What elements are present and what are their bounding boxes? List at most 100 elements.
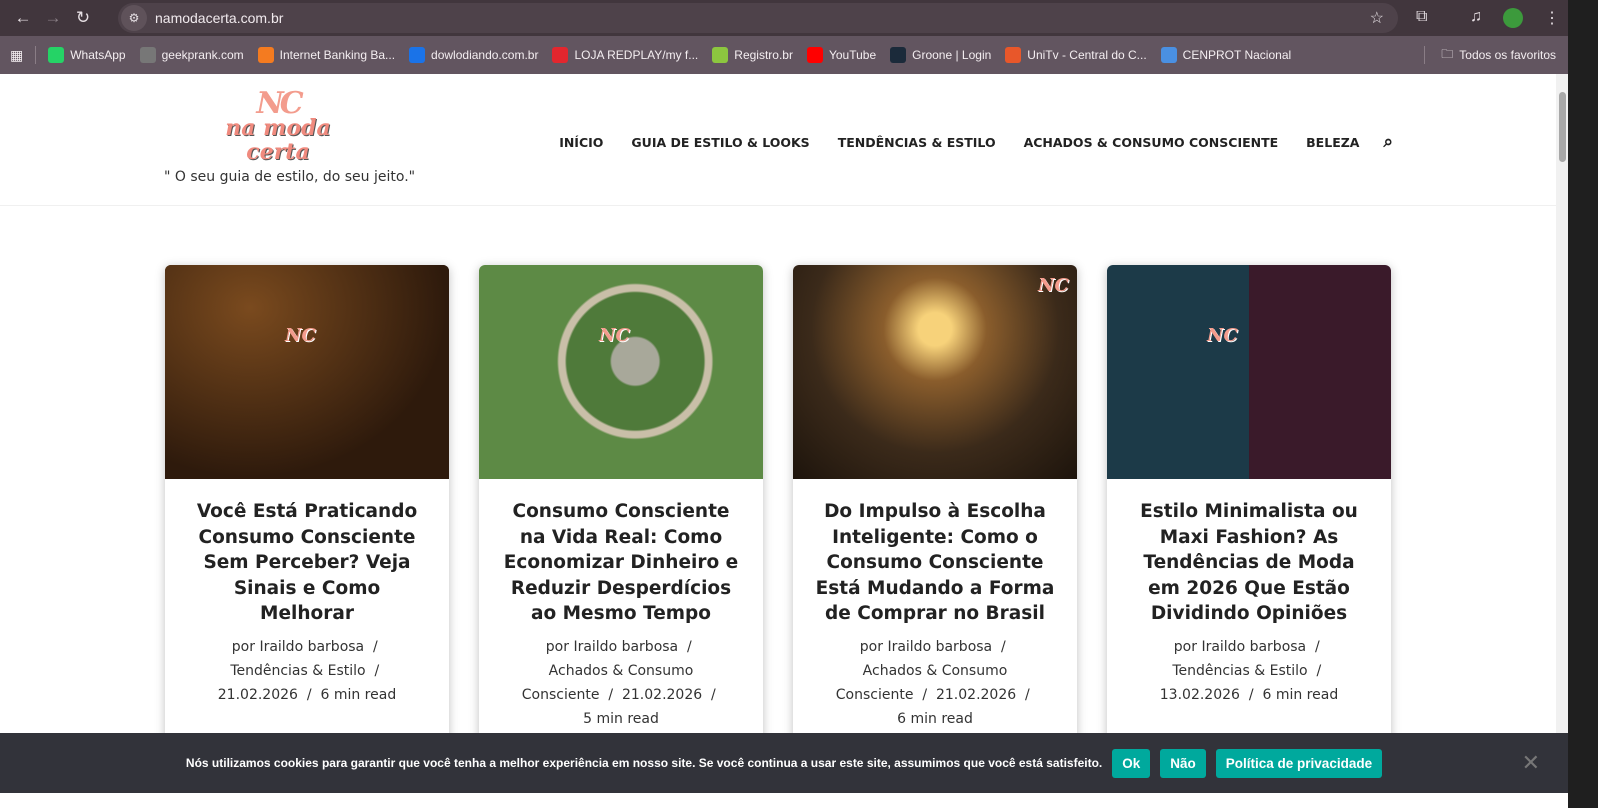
site-logo[interactable]: NC na moda certa — [218, 89, 338, 165]
back-icon[interactable]: ← — [8, 8, 38, 28]
scrollbar-thumb[interactable] — [1559, 92, 1566, 162]
bookmark-label: Registro.br — [734, 48, 793, 62]
post-thumbnail[interactable]: NC — [1107, 265, 1391, 479]
logo-watermark-icon: NC — [285, 325, 316, 346]
bookmark-favicon-icon — [48, 47, 65, 63]
cookie-no-button[interactable]: Não — [1160, 748, 1206, 778]
bookmark-item[interactable]: YouTube — [806, 47, 877, 63]
post-meta: por Iraildo barbosa / Achados & Consumo … — [835, 638, 1035, 727]
profile-avatar[interactable] — [1503, 8, 1523, 28]
post-category[interactable]: Tendências & Estilo — [230, 663, 365, 679]
post-author[interactable]: por Iraildo barbosa — [860, 639, 992, 655]
divider — [35, 46, 37, 64]
bookmark-item[interactable]: dowlodiando.com.br — [409, 47, 538, 63]
page-bottom — [0, 793, 1568, 808]
post-author[interactable]: por Iraildo barbosa — [546, 639, 678, 655]
cookie-ok-button[interactable]: Ok — [1112, 748, 1151, 778]
bookmark-label: geekprank.com — [161, 48, 244, 62]
site-header: NC na moda certa " O seu guia de estilo, d… — [0, 74, 1556, 206]
site-settings-icon[interactable]: ⚙ — [121, 5, 147, 31]
post-thumbnail[interactable]: NC — [479, 265, 763, 479]
folder-icon: 🗀 — [1441, 46, 1454, 61]
menu-item-tendencias[interactable]: TENDÊNCIAS & ESTILO — [838, 135, 996, 150]
bookmark-favicon-icon — [257, 47, 274, 63]
post-meta: por Iraildo barbosa / Achados & Consumo … — [521, 638, 721, 727]
bookmark-favicon-icon — [139, 47, 156, 63]
url-text[interactable]: namodacerta.com.br — [155, 10, 283, 26]
divider — [1424, 46, 1426, 64]
bookmark-favicon-icon — [409, 47, 426, 63]
privacy-policy-button[interactable]: Política de privacidade — [1215, 748, 1383, 778]
menu-icon[interactable]: ⋮ — [1544, 8, 1560, 28]
browser-window: ← → ↻ ⚙ namodacerta.com.br ☆ ⧉ ♫ ⋮ ▦ Wha… — [0, 0, 1568, 808]
post-date: 21.02.2026 — [217, 686, 298, 703]
bookmark-item[interactable]: LOJA REDPLAY/my f... — [552, 47, 698, 63]
cookie-text: Nós utilizamos cookies para garantir que… — [185, 756, 1103, 770]
post-read-time: 5 min read — [583, 710, 659, 727]
post-card[interactable]: NC Do Impulso à Escolha Inteligente: Com… — [793, 265, 1077, 765]
bookmark-favicon-icon — [1160, 47, 1177, 63]
post-date: 21.02.2026 — [621, 686, 703, 703]
bookmark-favicon-icon — [806, 47, 823, 63]
post-category[interactable]: Tendências & Estilo — [1172, 663, 1307, 679]
post-card[interactable]: NC Você Está Praticando Consumo Conscien… — [165, 265, 449, 765]
menu-item-inicio[interactable]: INÍCIO — [559, 135, 603, 150]
main-menu: INÍCIO GUIA DE ESTILO & LOOKS TENDÊNCIAS… — [559, 132, 1393, 152]
site-tagline: " O seu guia de estilo, do seu jeito." — [164, 169, 416, 185]
post-title[interactable]: Consumo Consciente na Vida Real: Como Ec… — [479, 479, 763, 627]
post-meta: por Iraildo barbosa / Tendências & Estil… — [1159, 638, 1339, 703]
address-bar[interactable]: ⚙ namodacerta.com.br ☆ — [118, 3, 1398, 33]
media-control-icon[interactable]: ♫ — [1470, 8, 1482, 26]
web-page: NC na moda certa " O seu guia de estilo, d… — [0, 74, 1556, 808]
bookmark-label: LOJA REDPLAY/my f... — [574, 48, 699, 62]
bookmark-label: WhatsApp — [70, 48, 126, 62]
bookmark-label: YouTube — [828, 48, 877, 62]
bookmark-favicon-icon — [712, 47, 729, 63]
bookmark-favicon-icon — [552, 47, 569, 63]
menu-item-achados[interactable]: ACHADOS & CONSUMO CONSCIENTE — [1024, 135, 1279, 150]
bookmark-item[interactable]: UniTv - Central do C... — [1005, 47, 1147, 63]
post-date: 13.02.2026 — [1159, 686, 1240, 703]
post-grid: NC Você Está Praticando Consumo Conscien… — [165, 265, 1391, 765]
logo-watermark-icon: NC — [1038, 275, 1069, 296]
apps-grid-icon[interactable]: ▦ — [10, 47, 23, 64]
bookmark-item[interactable]: WhatsApp — [48, 47, 126, 63]
all-bookmarks-label: Todos os favoritos — [1459, 48, 1556, 62]
post-card[interactable]: NC Consumo Consciente na Vida Real: Como… — [479, 265, 763, 765]
post-thumbnail[interactable]: NC — [793, 265, 1077, 479]
close-icon[interactable]: ✕ — [1522, 750, 1540, 776]
logo-watermark-icon: NC — [599, 325, 630, 346]
bookmark-item[interactable]: Internet Banking Ba... — [257, 47, 396, 63]
cookie-banner: Nós utilizamos cookies para garantir que… — [0, 733, 1568, 793]
bookmark-favicon-icon — [890, 47, 907, 63]
extensions-icon[interactable]: ⧉ — [1416, 8, 1427, 26]
bookmark-label: Groone | Login — [912, 48, 992, 62]
bookmark-label: Internet Banking Ba... — [279, 48, 396, 62]
post-read-time: 6 min read — [897, 710, 973, 727]
bookmark-item[interactable]: geekprank.com — [139, 47, 244, 63]
post-meta: por Iraildo barbosa / Tendências & Estil… — [217, 638, 397, 703]
bookmark-item[interactable]: CENPROT Nacional — [1160, 47, 1291, 63]
menu-item-guia[interactable]: GUIA DE ESTILO & LOOKS — [631, 135, 809, 150]
post-thumbnail[interactable]: NC — [165, 265, 449, 479]
menu-item-beleza[interactable]: BELEZA — [1306, 135, 1359, 150]
post-title[interactable]: Estilo Minimalista ou Maxi Fashion? As T… — [1107, 479, 1391, 627]
reload-icon[interactable]: ↻ — [68, 8, 98, 28]
all-bookmarks[interactable]: 🗀 Todos os favoritos — [1412, 45, 1556, 66]
post-title[interactable]: Você Está Praticando Consumo Consciente … — [165, 479, 449, 627]
scrollbar[interactable] — [1556, 74, 1568, 808]
post-author[interactable]: por Iraildo barbosa — [232, 639, 364, 655]
browser-toolbar: ← → ↻ ⚙ namodacerta.com.br ☆ ⧉ ♫ ⋮ — [0, 0, 1568, 36]
bookmark-item[interactable]: Registro.br — [712, 47, 793, 63]
post-read-time: 6 min read — [1262, 686, 1339, 703]
post-title[interactable]: Do Impulso à Escolha Inteligente: Como o… — [793, 479, 1077, 627]
post-card[interactable]: NC Estilo Minimalista ou Maxi Fashion? A… — [1107, 265, 1391, 765]
bookmark-favicon-icon — [1005, 47, 1022, 63]
post-read-time: 6 min read — [320, 686, 397, 703]
bookmark-star-icon[interactable]: ☆ — [1370, 8, 1384, 28]
forward-icon[interactable]: → — [38, 8, 68, 28]
bookmark-label: UniTv - Central do C... — [1027, 48, 1147, 62]
search-icon[interactable]: ⌕ — [1383, 132, 1393, 152]
post-author[interactable]: por Iraildo barbosa — [1174, 639, 1306, 655]
bookmark-item[interactable]: Groone | Login — [890, 47, 991, 63]
